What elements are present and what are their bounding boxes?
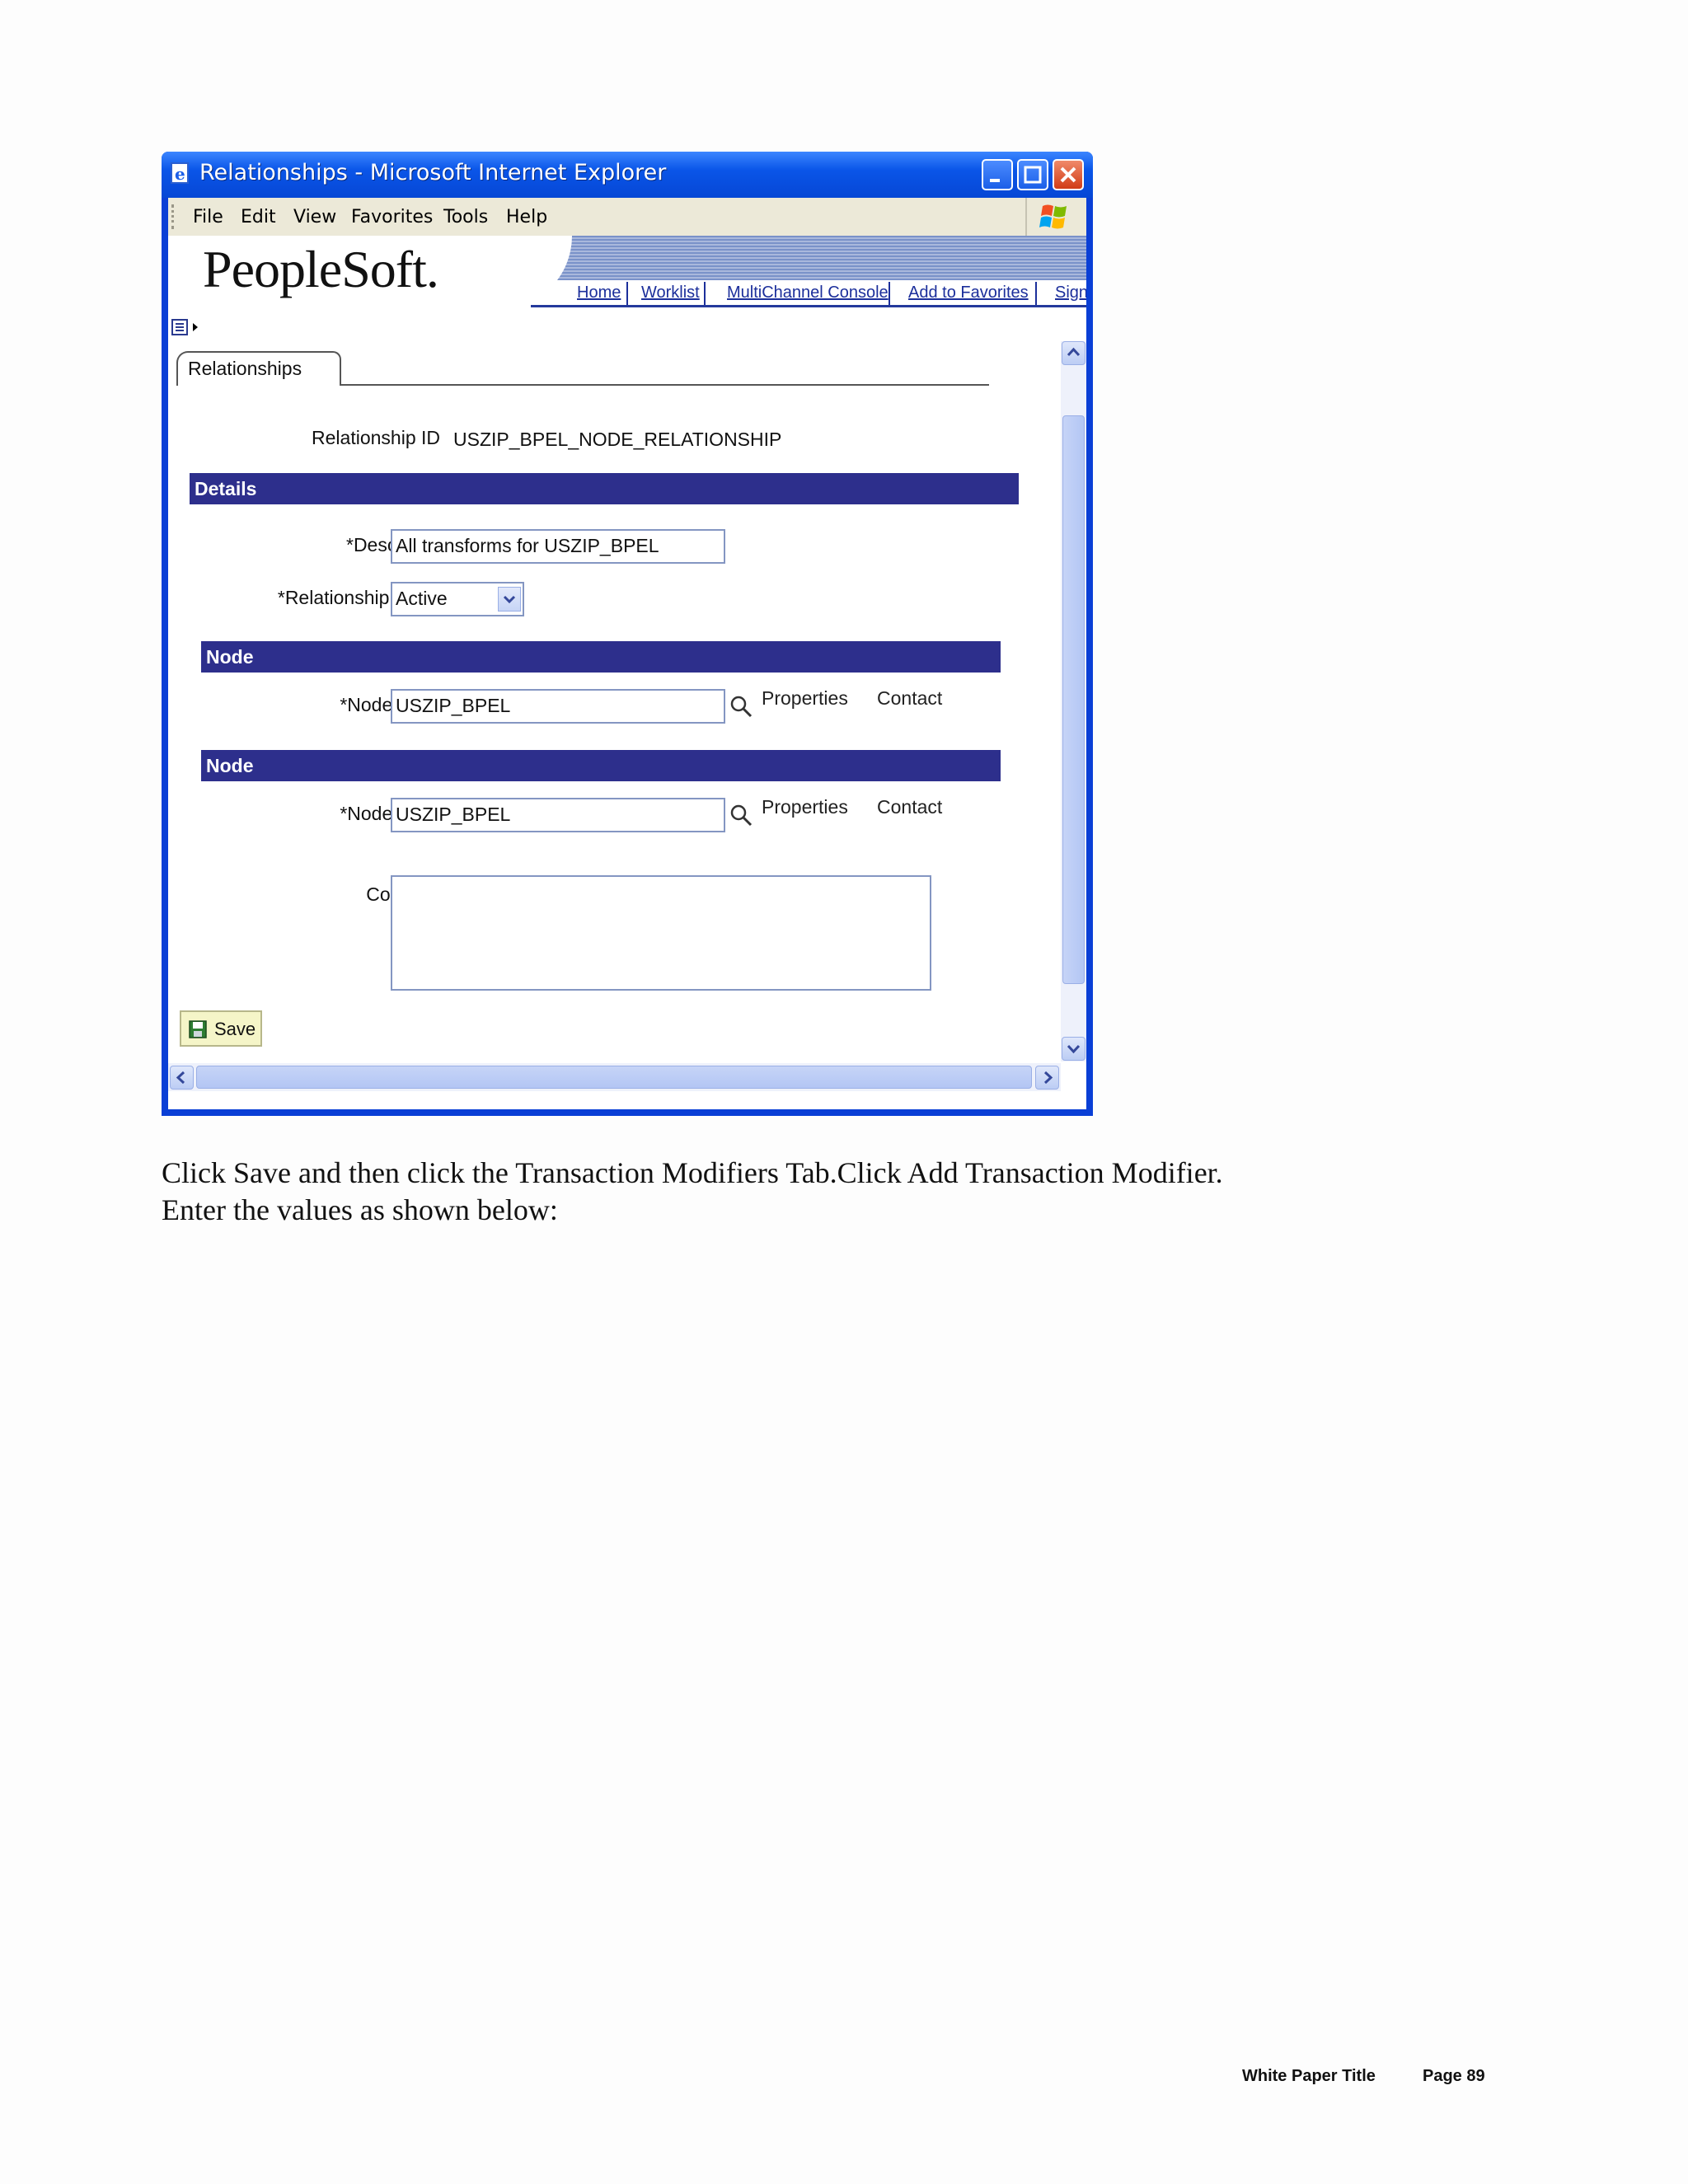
description-input[interactable]: All transforms for USZIP_BPEL xyxy=(391,529,725,564)
tab-label: Relationships xyxy=(188,358,302,379)
page-content: PeopleSoft. Home Worklist MultiChannel C… xyxy=(168,236,1086,1109)
horizontal-scrollbar[interactable] xyxy=(168,1063,1061,1091)
title-bar[interactable]: e Relationships - Microsoft Internet Exp… xyxy=(162,152,1093,198)
chevron-left-icon xyxy=(176,1071,185,1085)
nav-worklist[interactable]: Worklist xyxy=(641,284,700,302)
scroll-up-button[interactable] xyxy=(1062,341,1085,365)
menu-view[interactable]: View xyxy=(293,207,336,227)
footer-title: White Paper Title xyxy=(1242,2067,1376,2085)
lookup-search-icon[interactable] xyxy=(729,694,753,719)
node-contact-link[interactable]: Contact xyxy=(877,687,942,710)
menu-tools[interactable]: Tools xyxy=(443,207,488,227)
comment-textarea[interactable] xyxy=(391,875,931,991)
browser-window: e Relationships - Microsoft Internet Exp… xyxy=(162,152,1093,1116)
details-section-header: Details xyxy=(190,473,1019,504)
chevron-up-icon xyxy=(1067,347,1081,357)
relationship-status-select[interactable]: Active xyxy=(391,582,524,616)
save-button[interactable]: Save xyxy=(180,1010,262,1047)
footer-page-number: Page 89 xyxy=(1423,2067,1485,2085)
vertical-scroll-thumb[interactable] xyxy=(1062,415,1085,984)
nav-sign-out[interactable]: Sign xyxy=(1055,284,1086,302)
collapse-menu-icon[interactable] xyxy=(171,318,198,336)
nav-separator xyxy=(704,282,706,305)
ie-app-icon: e xyxy=(170,162,191,186)
menu-edit[interactable]: Edit xyxy=(241,207,276,227)
chevron-down-icon xyxy=(1067,1044,1081,1054)
instruction-line-2: Enter the values as shown below: xyxy=(162,1193,558,1226)
nav-separator xyxy=(626,282,628,305)
chevron-right-icon xyxy=(1043,1071,1053,1085)
nav-underline xyxy=(531,305,1086,307)
node-name-input[interactable]: USZIP_BPEL xyxy=(391,689,725,724)
nav-add-to-favorites[interactable]: Add to Favorites xyxy=(908,284,1029,302)
tab-relationships[interactable]: Relationships xyxy=(176,351,341,386)
menu-bar: File Edit View Favorites Tools Help xyxy=(168,198,1086,237)
instruction-line-1: Click Save and then click the Transactio… xyxy=(162,1156,1223,1189)
node-properties-link[interactable]: Properties xyxy=(762,796,848,818)
lookup-search-icon[interactable] xyxy=(729,803,753,827)
menu-favorites[interactable]: Favorites xyxy=(351,207,433,227)
header-band-curve xyxy=(457,236,572,310)
menu-divider xyxy=(1025,198,1027,236)
horizontal-scroll-thumb[interactable] xyxy=(196,1066,1032,1089)
menu-help[interactable]: Help xyxy=(506,207,547,227)
scroll-right-button[interactable] xyxy=(1035,1066,1059,1090)
node-section-header: Node xyxy=(201,750,1001,781)
floppy-disk-icon xyxy=(189,1020,207,1038)
save-label: Save xyxy=(214,1019,256,1039)
relationship-status-value: Active xyxy=(396,588,448,609)
peoplesoft-logo: PeopleSoft. xyxy=(203,240,439,298)
vertical-scrollbar[interactable] xyxy=(1061,341,1086,1062)
window-title: Relationships - Microsoft Internet Explo… xyxy=(199,160,667,185)
minimize-icon xyxy=(990,179,1000,182)
relationship-id-value: USZIP_BPEL_NODE_RELATIONSHIP xyxy=(453,429,782,450)
maximize-button[interactable] xyxy=(1017,159,1048,190)
relationship-id-label: Relationship ID xyxy=(312,427,440,448)
menu-file[interactable]: File xyxy=(193,207,223,227)
node-properties-link[interactable]: Properties xyxy=(762,687,848,710)
tab-baseline xyxy=(340,384,989,386)
close-button[interactable] xyxy=(1053,159,1084,190)
minimize-button[interactable] xyxy=(982,159,1013,190)
node-contact-link[interactable]: Contact xyxy=(877,796,942,818)
nav-multichannel-console[interactable]: MultiChannel Console xyxy=(727,284,889,302)
node-name-input[interactable]: USZIP_BPEL xyxy=(391,798,725,832)
scroll-left-button[interactable] xyxy=(170,1066,194,1090)
node-section-header: Node xyxy=(201,641,1001,673)
nav-separator xyxy=(889,282,890,305)
toolbar-grip[interactable] xyxy=(171,204,176,229)
maximize-icon xyxy=(1024,166,1042,184)
chevron-down-icon[interactable] xyxy=(498,587,521,612)
nav-home[interactable]: Home xyxy=(577,284,621,302)
windows-logo-icon xyxy=(1038,203,1071,232)
svg-text:e: e xyxy=(175,164,185,184)
close-icon xyxy=(1060,166,1076,183)
nav-separator xyxy=(1035,282,1037,305)
scroll-down-button[interactable] xyxy=(1062,1037,1085,1061)
